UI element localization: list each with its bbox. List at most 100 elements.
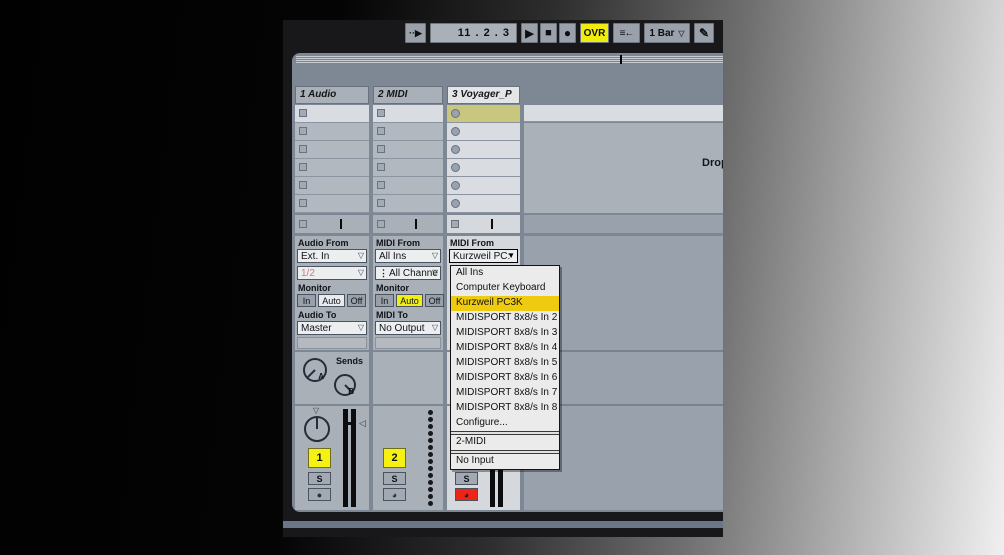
follow-button[interactable]: ··▶ <box>405 23 426 43</box>
arrangement-position-display[interactable]: 11 . 2 . 3 <box>430 23 517 43</box>
arm-button-track1[interactable]: ● <box>308 488 331 501</box>
draw-mode-button[interactable]: ✎ <box>694 23 714 43</box>
output-channel-chooser-track1[interactable] <box>297 337 367 349</box>
menu-item[interactable]: MIDISPORT 8x8/s In 6 <box>451 371 559 386</box>
stop-button[interactable]: ■ <box>540 23 557 43</box>
menu-item[interactable]: MIDISPORT 8x8/s In 3 <box>451 326 559 341</box>
send-a-knob[interactable]: A <box>303 358 327 382</box>
overdub-button[interactable]: OVR <box>580 23 609 43</box>
clip-slot[interactable] <box>295 195 369 213</box>
clip-slot[interactable] <box>447 159 520 177</box>
track-activator-track1[interactable]: 1 <box>308 448 331 468</box>
arm-button-track2[interactable]: ◕ <box>383 488 406 501</box>
playhead-marker[interactable] <box>620 55 622 64</box>
track-header-voyager[interactable]: 3 Voyager_P <box>447 86 520 104</box>
solo-button-track3[interactable]: S <box>455 472 478 485</box>
midi-to-label: MIDI To <box>376 310 408 320</box>
clip-slot[interactable] <box>373 177 443 195</box>
stop-clips-cell-track3[interactable] <box>447 215 520 233</box>
menu-item[interactable]: No Input <box>451 454 559 469</box>
clip-slot[interactable] <box>447 177 520 195</box>
selected-clip-slot[interactable] <box>447 105 520 123</box>
output-type-chooser-track2[interactable]: No Output▽ <box>375 321 441 335</box>
clip-stop-icon <box>377 163 385 171</box>
back-to-arrangement-button[interactable]: ≡← <box>613 23 640 43</box>
menu-item[interactable]: MIDISPORT 8x8/s In 2 <box>451 311 559 326</box>
volume-fader-track1[interactable] <box>343 409 357 507</box>
send-b-knob[interactable]: B <box>334 374 356 396</box>
monitor-off-button[interactable]: Off <box>425 294 444 307</box>
fader-section-track2: 2 S ◕ <box>373 406 443 510</box>
track-activator-track2[interactable]: 2 <box>383 448 406 468</box>
play-button[interactable]: ▶ <box>521 23 538 43</box>
input-channel-chooser-track2[interactable]: ⋮All Channe▽ <box>375 266 441 280</box>
io-section-track1: Audio From Ext. In▽ 1/2▽ Monitor In Auto… <box>295 236 369 350</box>
track-header-midi[interactable]: 2 MIDI <box>373 86 443 104</box>
menu-item[interactable]: MIDISPORT 8x8/s In 8 <box>451 401 559 416</box>
clip-record-icon <box>451 181 460 190</box>
clip-slot[interactable] <box>373 195 443 213</box>
stop-clips-cell-track2[interactable] <box>373 215 443 233</box>
monitor-auto-button[interactable]: Auto <box>396 294 423 307</box>
menu-item-selected[interactable]: Kurzweil PC3K <box>451 296 559 311</box>
clip-slot[interactable] <box>447 195 520 213</box>
monitor-in-button[interactable]: In <box>375 294 394 307</box>
input-type-chooser-track2[interactable]: All Ins▽ <box>375 249 441 263</box>
clip-slot[interactable] <box>447 123 520 141</box>
input-type-chooser-track3[interactable]: Kurzweil PC:▼ <box>449 249 518 263</box>
channel-list-icon: ⋮ <box>379 268 387 278</box>
menu-item[interactable]: MIDISPORT 8x8/s In 5 <box>451 356 559 371</box>
clip-slot[interactable] <box>295 177 369 195</box>
menu-item[interactable]: MIDISPORT 8x8/s In 7 <box>451 386 559 401</box>
clip-slot[interactable] <box>295 141 369 159</box>
input-channel-chooser-track1[interactable]: 1/2▽ <box>297 266 367 280</box>
clip-slot[interactable] <box>295 159 369 177</box>
clip-record-icon <box>451 199 460 208</box>
scene-row-highlight[interactable] <box>524 105 723 122</box>
drop-zone-text: Drop <box>702 157 723 169</box>
chevron-down-icon: ▽ <box>678 29 684 38</box>
fader-handle[interactable] <box>343 422 356 425</box>
play-icon: ▶ <box>525 27 533 40</box>
monitor-in-button[interactable]: In <box>297 294 316 307</box>
menu-item[interactable]: Computer Keyboard <box>451 281 559 296</box>
monitor-buttons-track1: In Auto Off <box>297 294 366 307</box>
pencil-icon: ✎ <box>699 26 709 40</box>
record-button[interactable]: ● <box>559 23 576 43</box>
clip-record-icon <box>451 163 460 172</box>
monitor-label: Monitor <box>298 283 331 293</box>
clip-slot[interactable] <box>373 159 443 177</box>
clip-slot[interactable] <box>295 123 369 141</box>
menu-item[interactable]: MIDISPORT 8x8/s In 4 <box>451 341 559 356</box>
quantization-menu[interactable]: 1 Bar▽ <box>644 23 690 43</box>
monitor-off-button[interactable]: Off <box>347 294 366 307</box>
stop-row-marker <box>340 219 342 229</box>
clip-slot[interactable] <box>295 105 369 123</box>
follow-icon: ··▶ <box>409 28 422 39</box>
clip-stop-icon <box>377 109 385 117</box>
clip-slot[interactable] <box>373 123 443 141</box>
track-header-audio[interactable]: 1 Audio <box>295 86 369 104</box>
input-type-chooser-track1[interactable]: Ext. In▽ <box>297 249 367 263</box>
clip-stop-icon <box>377 199 385 207</box>
chevron-down-solid-icon: ▼ <box>507 251 515 260</box>
solo-button-track1[interactable]: S <box>308 472 331 485</box>
stop-clips-cell-track1[interactable] <box>295 215 369 233</box>
solo-button-track2[interactable]: S <box>383 472 406 485</box>
menu-item[interactable]: 2-MIDI <box>451 435 559 450</box>
menu-item[interactable]: All Ins <box>451 266 559 281</box>
monitor-auto-button[interactable]: Auto <box>318 294 345 307</box>
clip-slot[interactable] <box>373 105 443 123</box>
pan-knob-track1[interactable] <box>304 416 330 442</box>
output-type-chooser-track1[interactable]: Master▽ <box>297 321 367 335</box>
menu-item[interactable]: Configure... <box>451 416 559 431</box>
clip-slot[interactable] <box>447 141 520 159</box>
clip-slot[interactable] <box>373 141 443 159</box>
output-channel-chooser-track2[interactable] <box>375 337 441 349</box>
clip-stop-icon <box>299 181 307 189</box>
ruler-line <box>296 56 723 57</box>
arm-button-track3[interactable]: ◕ <box>455 488 478 501</box>
sends-section-track1: Sends A B <box>295 352 369 404</box>
clip-stop-icon <box>377 127 385 135</box>
back-to-arrangement-icon: ≡← <box>620 28 634 39</box>
